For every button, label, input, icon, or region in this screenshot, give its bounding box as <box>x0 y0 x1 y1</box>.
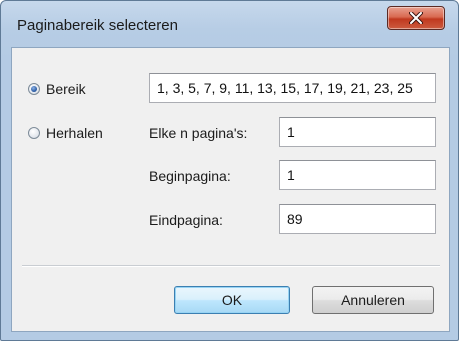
radio-checked-icon[interactable] <box>28 83 40 95</box>
close-x-icon <box>409 12 423 24</box>
dialog-title: Paginabereik selecteren <box>17 17 178 34</box>
range-radio[interactable]: Bereik <box>28 81 86 97</box>
close-button[interactable] <box>387 6 445 30</box>
ok-button[interactable]: OK <box>174 286 290 314</box>
repeat-radio-label[interactable]: Herhalen <box>46 125 103 141</box>
range-input[interactable]: 1, 3, 5, 7, 9, 11, 13, 15, 17, 19, 21, 2… <box>149 73 436 103</box>
end-page-input[interactable]: 89 <box>279 204 436 234</box>
repeat-radio[interactable]: Herhalen <box>28 125 103 141</box>
cancel-button[interactable]: Annuleren <box>312 286 434 314</box>
separator <box>22 265 440 267</box>
every-n-input[interactable]: 1 <box>279 117 436 147</box>
end-page-label: Eindpagina: <box>149 212 223 228</box>
start-page-input[interactable]: 1 <box>279 160 436 190</box>
radio-unchecked-icon[interactable] <box>28 127 40 139</box>
range-radio-label[interactable]: Bereik <box>46 81 86 97</box>
start-page-label: Beginpagina: <box>149 168 231 184</box>
dialog-window: Paginabereik selecteren Bereik 1, 3, 5, … <box>0 0 459 341</box>
dialog-body: Bereik 1, 3, 5, 7, 9, 11, 13, 15, 17, 19… <box>11 47 450 332</box>
title-bar[interactable]: Paginabereik selecteren <box>1 1 458 47</box>
every-n-label: Elke n pagina's: <box>149 125 248 141</box>
